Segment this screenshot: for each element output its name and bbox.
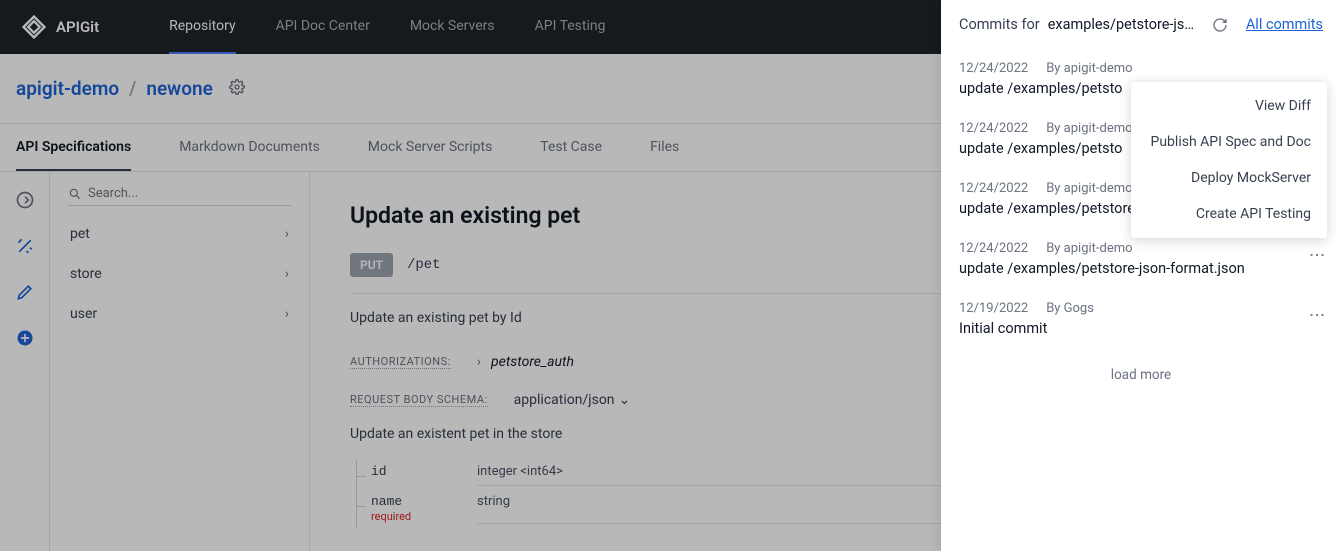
schema-type-select[interactable]: application/json ⌄ (514, 392, 631, 408)
plus-circle-icon[interactable] (15, 328, 35, 348)
target-icon[interactable] (15, 190, 35, 210)
method-badge: PUT (350, 253, 393, 277)
ctx-view-diff[interactable]: View Diff (1131, 88, 1327, 124)
subtab-mock-server-scripts[interactable]: Mock Server Scripts (368, 125, 493, 171)
ctx-publish-api-spec[interactable]: Publish API Spec and Doc (1131, 124, 1327, 160)
search-box (68, 182, 291, 206)
logo-icon (20, 13, 48, 41)
drawer-file: examples/petstore-js… (1048, 16, 1194, 33)
subtab-api-specifications[interactable]: API Specifications (16, 125, 131, 171)
commit-item[interactable]: 12/24/2022By apigit-demo update /example… (959, 229, 1323, 289)
drawer-header: Commits for examples/petstore-js… All co… (941, 0, 1341, 49)
chevron-right-icon: › (285, 226, 289, 242)
brand-logo[interactable]: APIGit (20, 13, 99, 41)
breadcrumb-org[interactable]: apigit-demo (16, 77, 119, 100)
drawer-label: Commits for (959, 16, 1040, 33)
tree-item-pet[interactable]: pet › (62, 214, 297, 254)
pencil-icon[interactable] (15, 282, 35, 302)
tab-api-doc-center[interactable]: API Doc Center (276, 0, 370, 54)
commit-item[interactable]: 12/19/2022By Gogs Initial commit ⋮ (959, 289, 1323, 349)
tab-mock-servers[interactable]: Mock Servers (410, 0, 495, 54)
property-name: name (371, 494, 402, 509)
endpoint-path: /pet (407, 257, 441, 273)
search-input[interactable] (88, 186, 291, 201)
more-icon[interactable]: ⋮ (1308, 247, 1327, 263)
wand-icon[interactable] (15, 236, 35, 256)
tree-item-user[interactable]: user › (62, 294, 297, 334)
property-name: id (371, 464, 387, 479)
load-more-button[interactable]: load more (941, 349, 1341, 401)
search-icon (68, 187, 82, 201)
commit-message: update /examples/petsto (959, 140, 1139, 157)
required-label: required (371, 510, 411, 523)
commit-message: Initial commit (959, 320, 1323, 337)
top-tabs: Repository API Doc Center Mock Servers A… (169, 0, 605, 54)
ctx-deploy-mockserver[interactable]: Deploy MockServer (1131, 160, 1327, 196)
subtab-markdown-documents[interactable]: Markdown Documents (179, 125, 320, 171)
request-body-label: REQUEST BODY SCHEMA: (350, 393, 488, 407)
chevron-right-icon: › (285, 306, 289, 322)
chevron-right-icon: › (285, 266, 289, 282)
commit-message: update /examples/petsto (959, 80, 1139, 97)
commit-message: update /examples/petstore-json-format.js… (959, 260, 1323, 277)
brand-text: APIGit (56, 18, 99, 36)
tab-api-testing[interactable]: API Testing (535, 0, 606, 54)
commit-context-menu: View Diff Publish API Spec and Doc Deplo… (1131, 82, 1327, 238)
chevron-down-icon: ⌄ (619, 392, 631, 408)
more-icon[interactable]: ⋮ (1308, 307, 1327, 323)
subtab-test-case[interactable]: Test Case (540, 125, 602, 171)
ctx-create-api-testing[interactable]: Create API Testing (1131, 196, 1327, 232)
subtab-files[interactable]: Files (650, 125, 679, 171)
tab-repository[interactable]: Repository (169, 0, 235, 54)
tree-item-store[interactable]: store › (62, 254, 297, 294)
chevron-right-icon[interactable]: › (477, 354, 481, 370)
refresh-icon[interactable] (1212, 17, 1228, 33)
left-rail (0, 172, 50, 551)
tree-panel: pet › store › user › (50, 172, 310, 551)
all-commits-link[interactable]: All commits (1246, 16, 1323, 33)
gear-icon[interactable] (229, 77, 245, 100)
auth-name: petstore_auth (491, 354, 574, 370)
breadcrumb: apigit-demo / newone (16, 77, 245, 100)
breadcrumb-repo[interactable]: newone (146, 77, 212, 100)
breadcrumb-sep: / (129, 77, 136, 100)
authorizations-label: AUTHORIZATIONS: (350, 355, 451, 369)
